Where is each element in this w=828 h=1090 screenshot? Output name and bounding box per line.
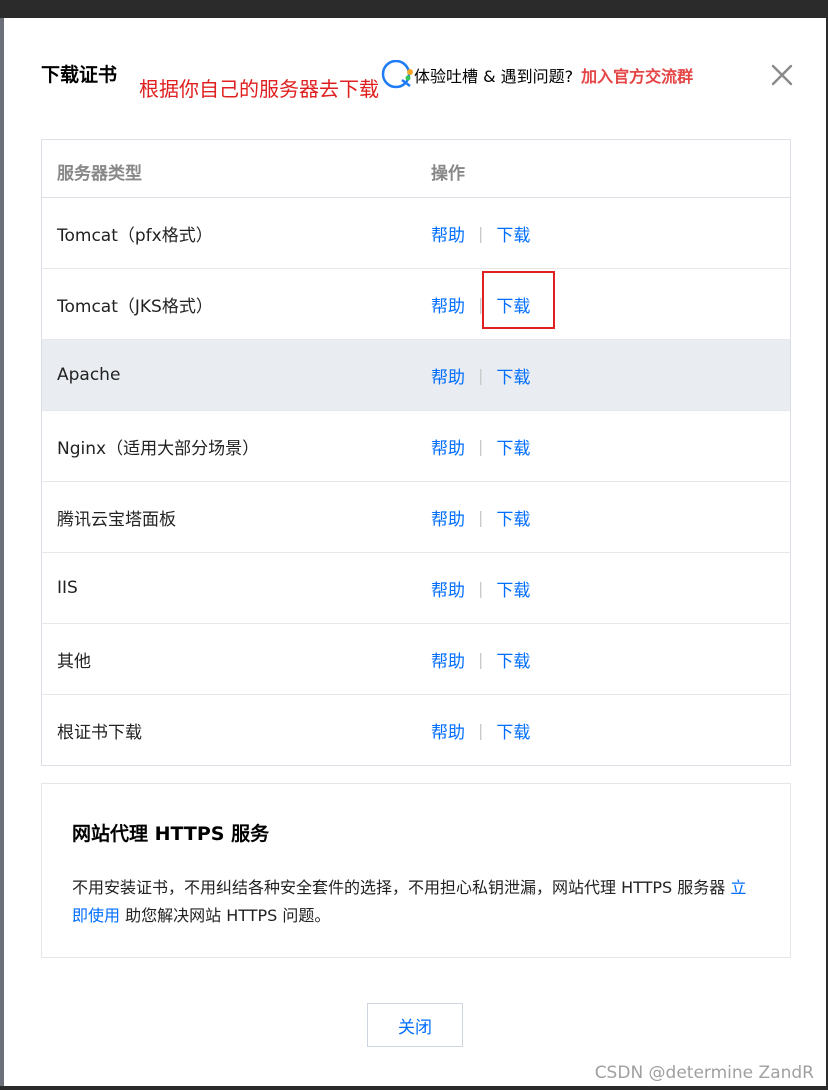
table-row: 根证书下载 帮助 | 下载: [42, 695, 790, 765]
table-row: 腾讯云宝塔面板 帮助 | 下载: [42, 482, 790, 553]
close-icon[interactable]: [770, 63, 794, 87]
download-link[interactable]: 下载: [496, 434, 530, 459]
table-header: 服务器类型 操作: [42, 140, 790, 198]
header-operations: 操作: [431, 164, 465, 184]
separator: |: [478, 507, 484, 527]
promo-title: 网站代理 HTTPS 服务: [72, 823, 270, 845]
promo-desc-text-end: 助您解决网站 HTTPS 问题。: [120, 906, 331, 925]
server-name: 腾讯云宝塔面板: [57, 509, 176, 530]
red-highlight-box: [482, 271, 555, 329]
download-link[interactable]: 下载: [496, 221, 530, 246]
promo-description: 不用安装证书，不用纠结各种安全套件的选择，不用担心私钥泄漏，网站代理 HTTPS…: [72, 874, 762, 930]
table-row: Nginx（适用大部分场景） 帮助 | 下载: [42, 411, 790, 482]
feedback-bubble-icon: [381, 60, 413, 89]
help-link[interactable]: 帮助: [431, 363, 465, 388]
separator: |: [478, 436, 484, 456]
download-link[interactable]: 下载: [496, 647, 530, 672]
download-link[interactable]: 下载: [496, 363, 530, 388]
table-row: 其他 帮助 | 下载: [42, 624, 790, 695]
server-type-table: 服务器类型 操作 Tomcat（pfx格式） 帮助 | 下载 Tomcat（JK…: [41, 139, 791, 766]
help-link[interactable]: 帮助: [431, 647, 465, 672]
header-server-type: 服务器类型: [57, 164, 142, 184]
red-annotation-text: 根据你自己的服务器去下载: [139, 77, 379, 101]
https-proxy-promo-card: 网站代理 HTTPS 服务 不用安装证书，不用纠结各种安全套件的选择，不用担心私…: [41, 783, 791, 958]
server-name: 其他: [57, 651, 91, 672]
window-top-bar: [0, 0, 828, 18]
separator: |: [478, 365, 484, 385]
server-name: Nginx（适用大部分场景）: [57, 438, 260, 459]
download-link[interactable]: 下载: [496, 576, 530, 601]
table-row: Tomcat（pfx格式） 帮助 | 下载: [42, 198, 790, 269]
promo-desc-text: 不用安装证书，不用纠结各种安全套件的选择，不用担心私钥泄漏，网站代理 HTTPS…: [72, 878, 731, 897]
row-actions: 帮助 | 下载: [431, 221, 530, 246]
server-name: Tomcat（JKS格式）: [57, 296, 213, 317]
row-actions: 帮助 | 下载: [431, 576, 530, 601]
server-name: 根证书下载: [57, 722, 142, 743]
download-link[interactable]: 下载: [496, 718, 530, 743]
table-row: IIS 帮助 | 下载: [42, 553, 790, 624]
server-name: Apache: [57, 365, 121, 385]
help-link[interactable]: 帮助: [431, 505, 465, 530]
help-link[interactable]: 帮助: [431, 292, 465, 317]
dialog-title: 下载证书: [41, 64, 118, 86]
join-group-link[interactable]: 加入官方交流群: [581, 63, 693, 87]
csdn-watermark: CSDN @determine ZandR: [594, 1063, 814, 1083]
download-link[interactable]: 下载: [496, 505, 530, 530]
help-link[interactable]: 帮助: [431, 434, 465, 459]
row-actions: 帮助 | 下载: [431, 718, 530, 743]
separator: |: [478, 578, 484, 598]
background-page-edge: [0, 18, 4, 1090]
help-link[interactable]: 帮助: [431, 576, 465, 601]
server-name: IIS: [57, 578, 78, 598]
separator: |: [478, 720, 484, 740]
feedback-text: 体验吐槽 & 遇到问题?: [414, 67, 574, 86]
help-link[interactable]: 帮助: [431, 718, 465, 743]
close-button[interactable]: 关闭: [367, 1003, 463, 1047]
table-row: Apache 帮助 | 下载: [42, 340, 790, 411]
separator: |: [478, 649, 484, 669]
row-actions: 帮助 | 下载: [431, 505, 530, 530]
help-link[interactable]: 帮助: [431, 221, 465, 246]
separator: |: [478, 223, 484, 243]
feedback-area: 体验吐槽 & 遇到问题? 加入官方交流群: [380, 60, 693, 90]
window-bottom-edge: [0, 1086, 828, 1090]
server-name: Tomcat（pfx格式）: [57, 225, 213, 246]
table-row: Tomcat（JKS格式） 帮助 | 下载: [42, 269, 790, 340]
row-actions: 帮助 | 下载: [431, 434, 530, 459]
row-actions: 帮助 | 下载: [431, 363, 530, 388]
row-actions: 帮助 | 下载: [431, 647, 530, 672]
